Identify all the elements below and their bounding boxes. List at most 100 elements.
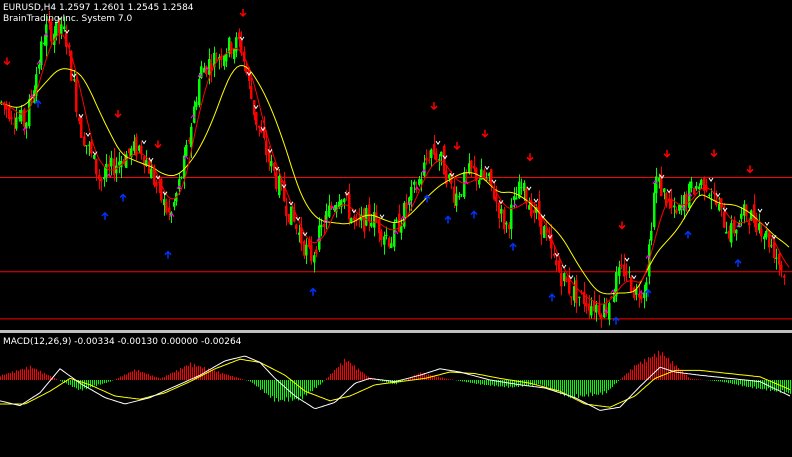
candle-body (478, 179, 481, 185)
candle-body (378, 219, 381, 234)
candle-body (760, 228, 763, 237)
candle-body (265, 140, 268, 155)
candle-body (503, 209, 506, 230)
candle-body (225, 53, 228, 62)
candle-body (98, 175, 101, 180)
candle-body (583, 291, 586, 305)
candle-body (310, 245, 313, 261)
candle-body (390, 243, 393, 249)
up-arrow-icon (101, 211, 109, 220)
candle-body (585, 302, 588, 307)
macd-label: MACD(12,26,9) -0.00334 -0.00130 0.00000 … (3, 337, 242, 347)
candle-body (320, 224, 323, 228)
candle-body (693, 187, 696, 195)
candle-body (173, 202, 176, 207)
up-arrow-icon (470, 210, 478, 219)
candle-body (700, 179, 703, 186)
up-arrow-icon (34, 99, 42, 108)
candle-body (193, 106, 196, 123)
candle-body (628, 271, 631, 273)
candle-body (578, 296, 581, 298)
down-arrow-icon (746, 165, 754, 174)
candle-body (590, 306, 593, 316)
candle-body (195, 101, 198, 107)
candle-body (150, 168, 153, 179)
down-arrow-icon (618, 221, 626, 230)
candle-body (500, 208, 503, 214)
candle-body (383, 236, 386, 245)
sell-signal-marker (757, 208, 763, 213)
candle-body (215, 58, 218, 61)
candle-body (435, 153, 438, 161)
candle-body (708, 194, 711, 196)
up-arrow-icon (444, 215, 452, 224)
candle-body (290, 206, 293, 225)
candle-body (305, 244, 308, 256)
candle-body (370, 222, 373, 227)
up-arrow-icon (119, 193, 127, 202)
candle-body (698, 186, 701, 190)
candle-body (740, 213, 743, 219)
candle-body (93, 154, 96, 159)
candle-body (673, 205, 676, 208)
candle-body (393, 223, 396, 247)
slow-moving-average-line (0, 65, 790, 295)
candle-body (395, 219, 398, 222)
candle-body (458, 196, 461, 198)
candle-body (20, 109, 23, 122)
candle-body (95, 158, 98, 175)
candle-body (655, 176, 658, 194)
candle-body (608, 303, 611, 320)
candle-body (75, 79, 78, 113)
candle-body (0, 101, 3, 103)
candle-body (285, 205, 288, 216)
candle-body (555, 260, 558, 266)
candle-body (235, 37, 238, 52)
candle-body (765, 230, 768, 238)
candle-body (778, 253, 781, 265)
up-arrow-icon (548, 293, 556, 302)
candle-body (83, 136, 86, 146)
candle-body (558, 260, 561, 273)
down-arrow-icon (710, 149, 718, 158)
up-arrow-icon (509, 242, 517, 251)
candle-body (323, 224, 326, 227)
candle-body (560, 273, 563, 287)
candle-body (85, 145, 88, 147)
candle-body (430, 149, 433, 158)
candle-body (165, 201, 168, 213)
candle-body (540, 216, 543, 235)
price-chart-svg (0, 9, 792, 411)
candle-body (575, 280, 578, 304)
candle-body (278, 175, 281, 196)
down-arrow-icon (430, 102, 438, 111)
candle-body (600, 314, 603, 319)
candle-body (198, 79, 201, 106)
candle-body (625, 270, 628, 275)
candle-body (570, 296, 573, 298)
candle-body (410, 186, 413, 201)
up-arrow-icon (309, 287, 317, 296)
candle-body (405, 202, 408, 209)
up-arrow-icon (684, 230, 692, 239)
down-arrow-icon (3, 57, 11, 66)
candle-body (63, 26, 66, 30)
down-arrow-icon (526, 153, 534, 162)
candle-body (565, 277, 568, 282)
candle-body (250, 85, 253, 99)
candle-body (10, 116, 13, 120)
candle-body (155, 182, 158, 187)
candle-body (180, 177, 183, 179)
candle-body (313, 255, 316, 263)
up-arrow-icon (612, 316, 620, 325)
candle-body (110, 157, 113, 167)
candle-body (230, 42, 233, 55)
sell-signal-marker (631, 275, 637, 280)
up-arrow-icon (734, 258, 742, 268)
candle-body (675, 209, 678, 214)
candle-body (15, 117, 18, 129)
candle-body (275, 172, 278, 190)
sell-signal-marker (533, 198, 539, 203)
down-arrow-icon (114, 109, 122, 119)
sell-signal-marker (435, 140, 441, 146)
